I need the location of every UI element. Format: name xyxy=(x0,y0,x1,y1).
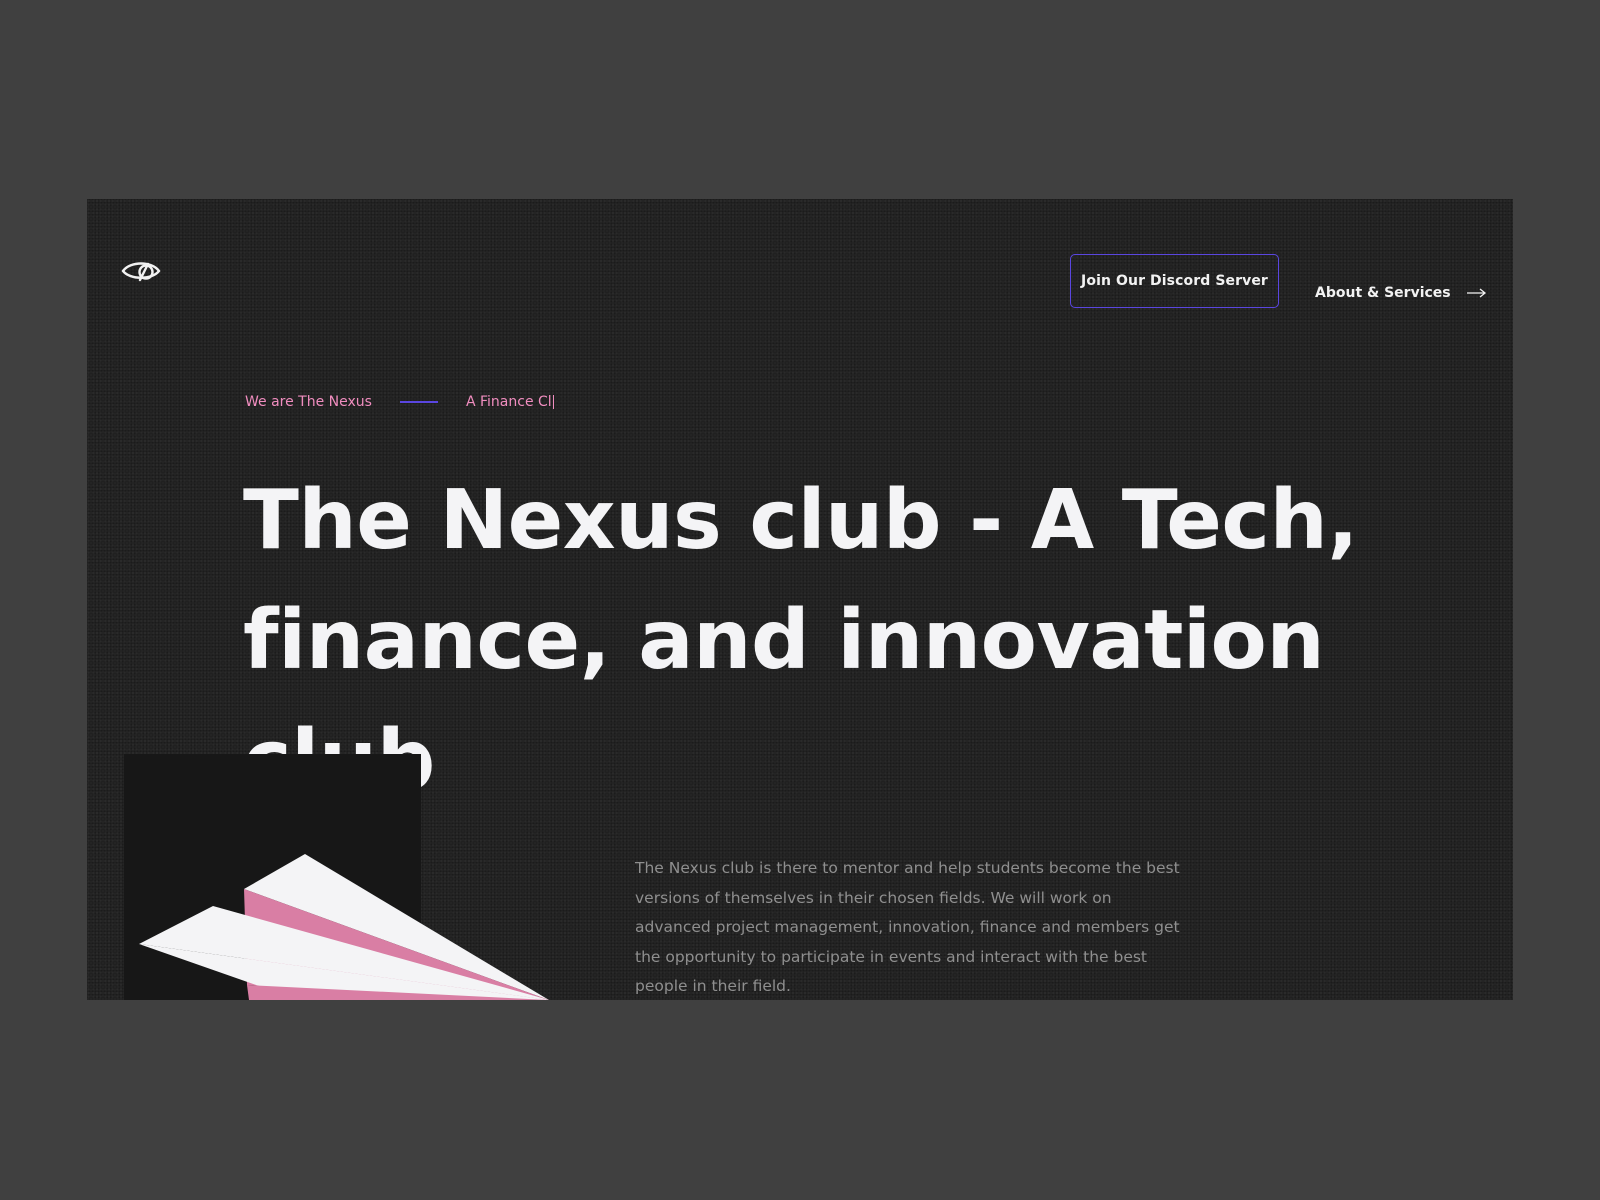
arrow-right-icon xyxy=(1466,288,1486,298)
join-discord-button[interactable]: Join Our Discord Server xyxy=(1070,254,1279,308)
tagline-typing-text: A Finance Cl xyxy=(465,394,552,410)
paper-plane-illustration xyxy=(139,854,549,1000)
hero-section: Join Our Discord Server About & Services… xyxy=(87,199,1513,1000)
tagline-divider xyxy=(399,401,438,403)
tagline-primary: We are The Nexus xyxy=(245,394,372,410)
hero-description: The Nexus club is there to mentor and he… xyxy=(635,859,1180,995)
hero-headline: The Nexus club - A Tech, finance, and in… xyxy=(243,473,1359,808)
about-services-link[interactable]: About & Services xyxy=(1315,285,1487,301)
about-services-label: About & Services xyxy=(1315,285,1451,301)
tagline: We are The Nexus A Finance Cl xyxy=(245,394,555,410)
eye-icon[interactable] xyxy=(121,254,161,288)
typing-cursor xyxy=(552,395,555,409)
